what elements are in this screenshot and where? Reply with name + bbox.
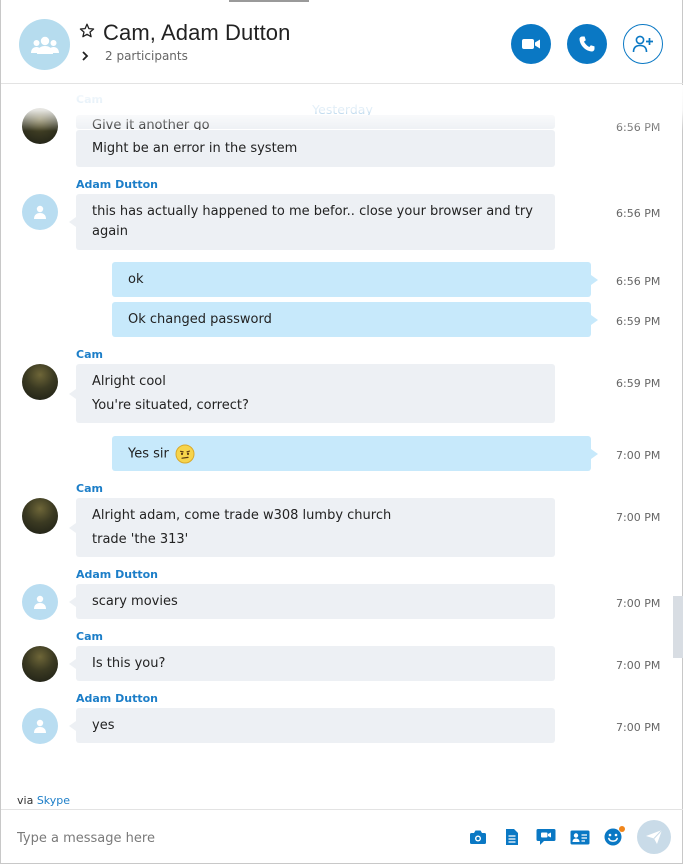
via-label: via Skype — [17, 794, 70, 807]
message-text: Alright cool — [92, 374, 166, 389]
message-text: Might be an error in the system — [92, 141, 298, 156]
sender-name: Cam — [76, 482, 103, 495]
add-participant-button[interactable] — [623, 24, 663, 64]
avatar-adam[interactable] — [22, 194, 58, 230]
person-icon — [34, 205, 46, 219]
message-text: Is this you? — [92, 656, 166, 671]
audio-call-button[interactable] — [567, 24, 607, 64]
message-bubble-outgoing[interactable]: Ok changed password — [112, 302, 598, 337]
group-icon — [30, 36, 59, 54]
conversation-title[interactable]: Cam, Adam Dutton — [103, 20, 290, 46]
thinking-face-emoji-icon — [175, 444, 195, 464]
sender-name: Adam Dutton — [76, 568, 158, 581]
participants-count[interactable]: 2 participants — [105, 49, 188, 63]
message-bubble[interactable]: Is this you? — [69, 646, 555, 681]
star-icon[interactable] — [79, 22, 95, 40]
media-icon — [470, 830, 486, 844]
sender-name: Cam — [76, 348, 103, 361]
avatar-cam[interactable] — [22, 646, 58, 682]
message-text: You're situated, correct? — [92, 398, 249, 413]
message-text: Alright adam, come trade w308 lumby chur… — [92, 508, 392, 523]
message-time: 7:00 PM — [616, 449, 661, 462]
avatar-cam[interactable] — [22, 498, 58, 534]
message-bubble[interactable]: Alright cool You're situated, correct? — [69, 364, 555, 423]
sender-name: Cam — [76, 93, 103, 106]
contact-card-icon — [570, 830, 590, 844]
message-text: again — [92, 224, 129, 239]
message-time: 6:56 PM — [616, 121, 661, 134]
message-list[interactable]: Yesterday Cam Give it another go 6:56 PM… — [1, 85, 683, 790]
avatar-cam[interactable] — [22, 364, 58, 400]
message-text: Ok changed password — [128, 312, 272, 327]
message-bubble-outgoing[interactable]: ok — [112, 262, 598, 297]
message-time: 7:00 PM — [616, 511, 661, 524]
video-call-icon — [522, 39, 540, 49]
message-text: Yes sir — [128, 446, 169, 462]
message-text: ok — [128, 272, 144, 287]
emoji-button[interactable] — [602, 826, 625, 847]
add-person-icon — [632, 35, 653, 53]
message-time: 6:56 PM — [616, 207, 661, 220]
video-message-icon — [536, 829, 556, 845]
send-contact-button[interactable] — [569, 827, 591, 847]
message-text: yes — [92, 718, 115, 733]
avatar-adam[interactable] — [22, 584, 58, 620]
message-bubble[interactable]: this has actually happened to me befor..… — [69, 194, 555, 250]
message-time: 6:56 PM — [616, 275, 661, 288]
message-bubble[interactable]: Might be an error in the system — [76, 130, 555, 167]
message-bubble-outgoing[interactable]: Yes sir — [112, 436, 598, 471]
avatar-cam[interactable] — [22, 108, 58, 144]
message-text: this has actually happened to me befor..… — [92, 204, 533, 219]
send-button[interactable] — [637, 820, 671, 854]
conversation-header: Cam, Adam Dutton 2 participants — [1, 0, 683, 84]
send-icon — [646, 829, 663, 844]
file-icon — [506, 829, 518, 845]
composer-bar — [1, 809, 683, 864]
send-file-button[interactable] — [501, 827, 523, 847]
message-time: 7:00 PM — [616, 659, 661, 672]
message-bubble[interactable]: yes — [69, 708, 555, 743]
send-media-button[interactable] — [467, 827, 489, 847]
message-text: scary movies — [92, 594, 178, 609]
message-line: Yes sir — [128, 444, 195, 464]
chevron-right-icon[interactable] — [80, 50, 90, 62]
person-icon — [34, 719, 46, 733]
chat-window: Cam, Adam Dutton 2 participants Yesterda… — [0, 0, 683, 864]
via-prefix: via — [17, 794, 34, 807]
message-bubble[interactable]: scary movies — [69, 584, 555, 619]
message-time: 7:00 PM — [616, 597, 661, 610]
message-bubble[interactable]: Alright adam, come trade w308 lumby chur… — [69, 498, 555, 557]
video-message-button[interactable] — [535, 827, 557, 847]
message-time: 6:59 PM — [616, 315, 661, 328]
phone-icon — [579, 36, 595, 52]
notification-dot — [619, 826, 625, 832]
scrollbar-thumb[interactable] — [673, 596, 683, 658]
message-bubble[interactable]: Give it another go — [76, 115, 555, 133]
sender-name: Adam Dutton — [76, 178, 158, 191]
sender-name: Cam — [76, 630, 103, 643]
message-time: 6:59 PM — [616, 377, 661, 390]
message-time: 7:00 PM — [616, 721, 661, 734]
avatar-adam[interactable] — [22, 708, 58, 744]
message-text: trade 'the 313' — [92, 532, 189, 547]
person-icon — [34, 595, 46, 609]
via-skype-link[interactable]: Skype — [37, 794, 70, 807]
group-avatar[interactable] — [19, 19, 70, 70]
sender-name: Adam Dutton — [76, 692, 158, 705]
video-call-button[interactable] — [511, 24, 551, 64]
message-input[interactable] — [17, 828, 447, 848]
